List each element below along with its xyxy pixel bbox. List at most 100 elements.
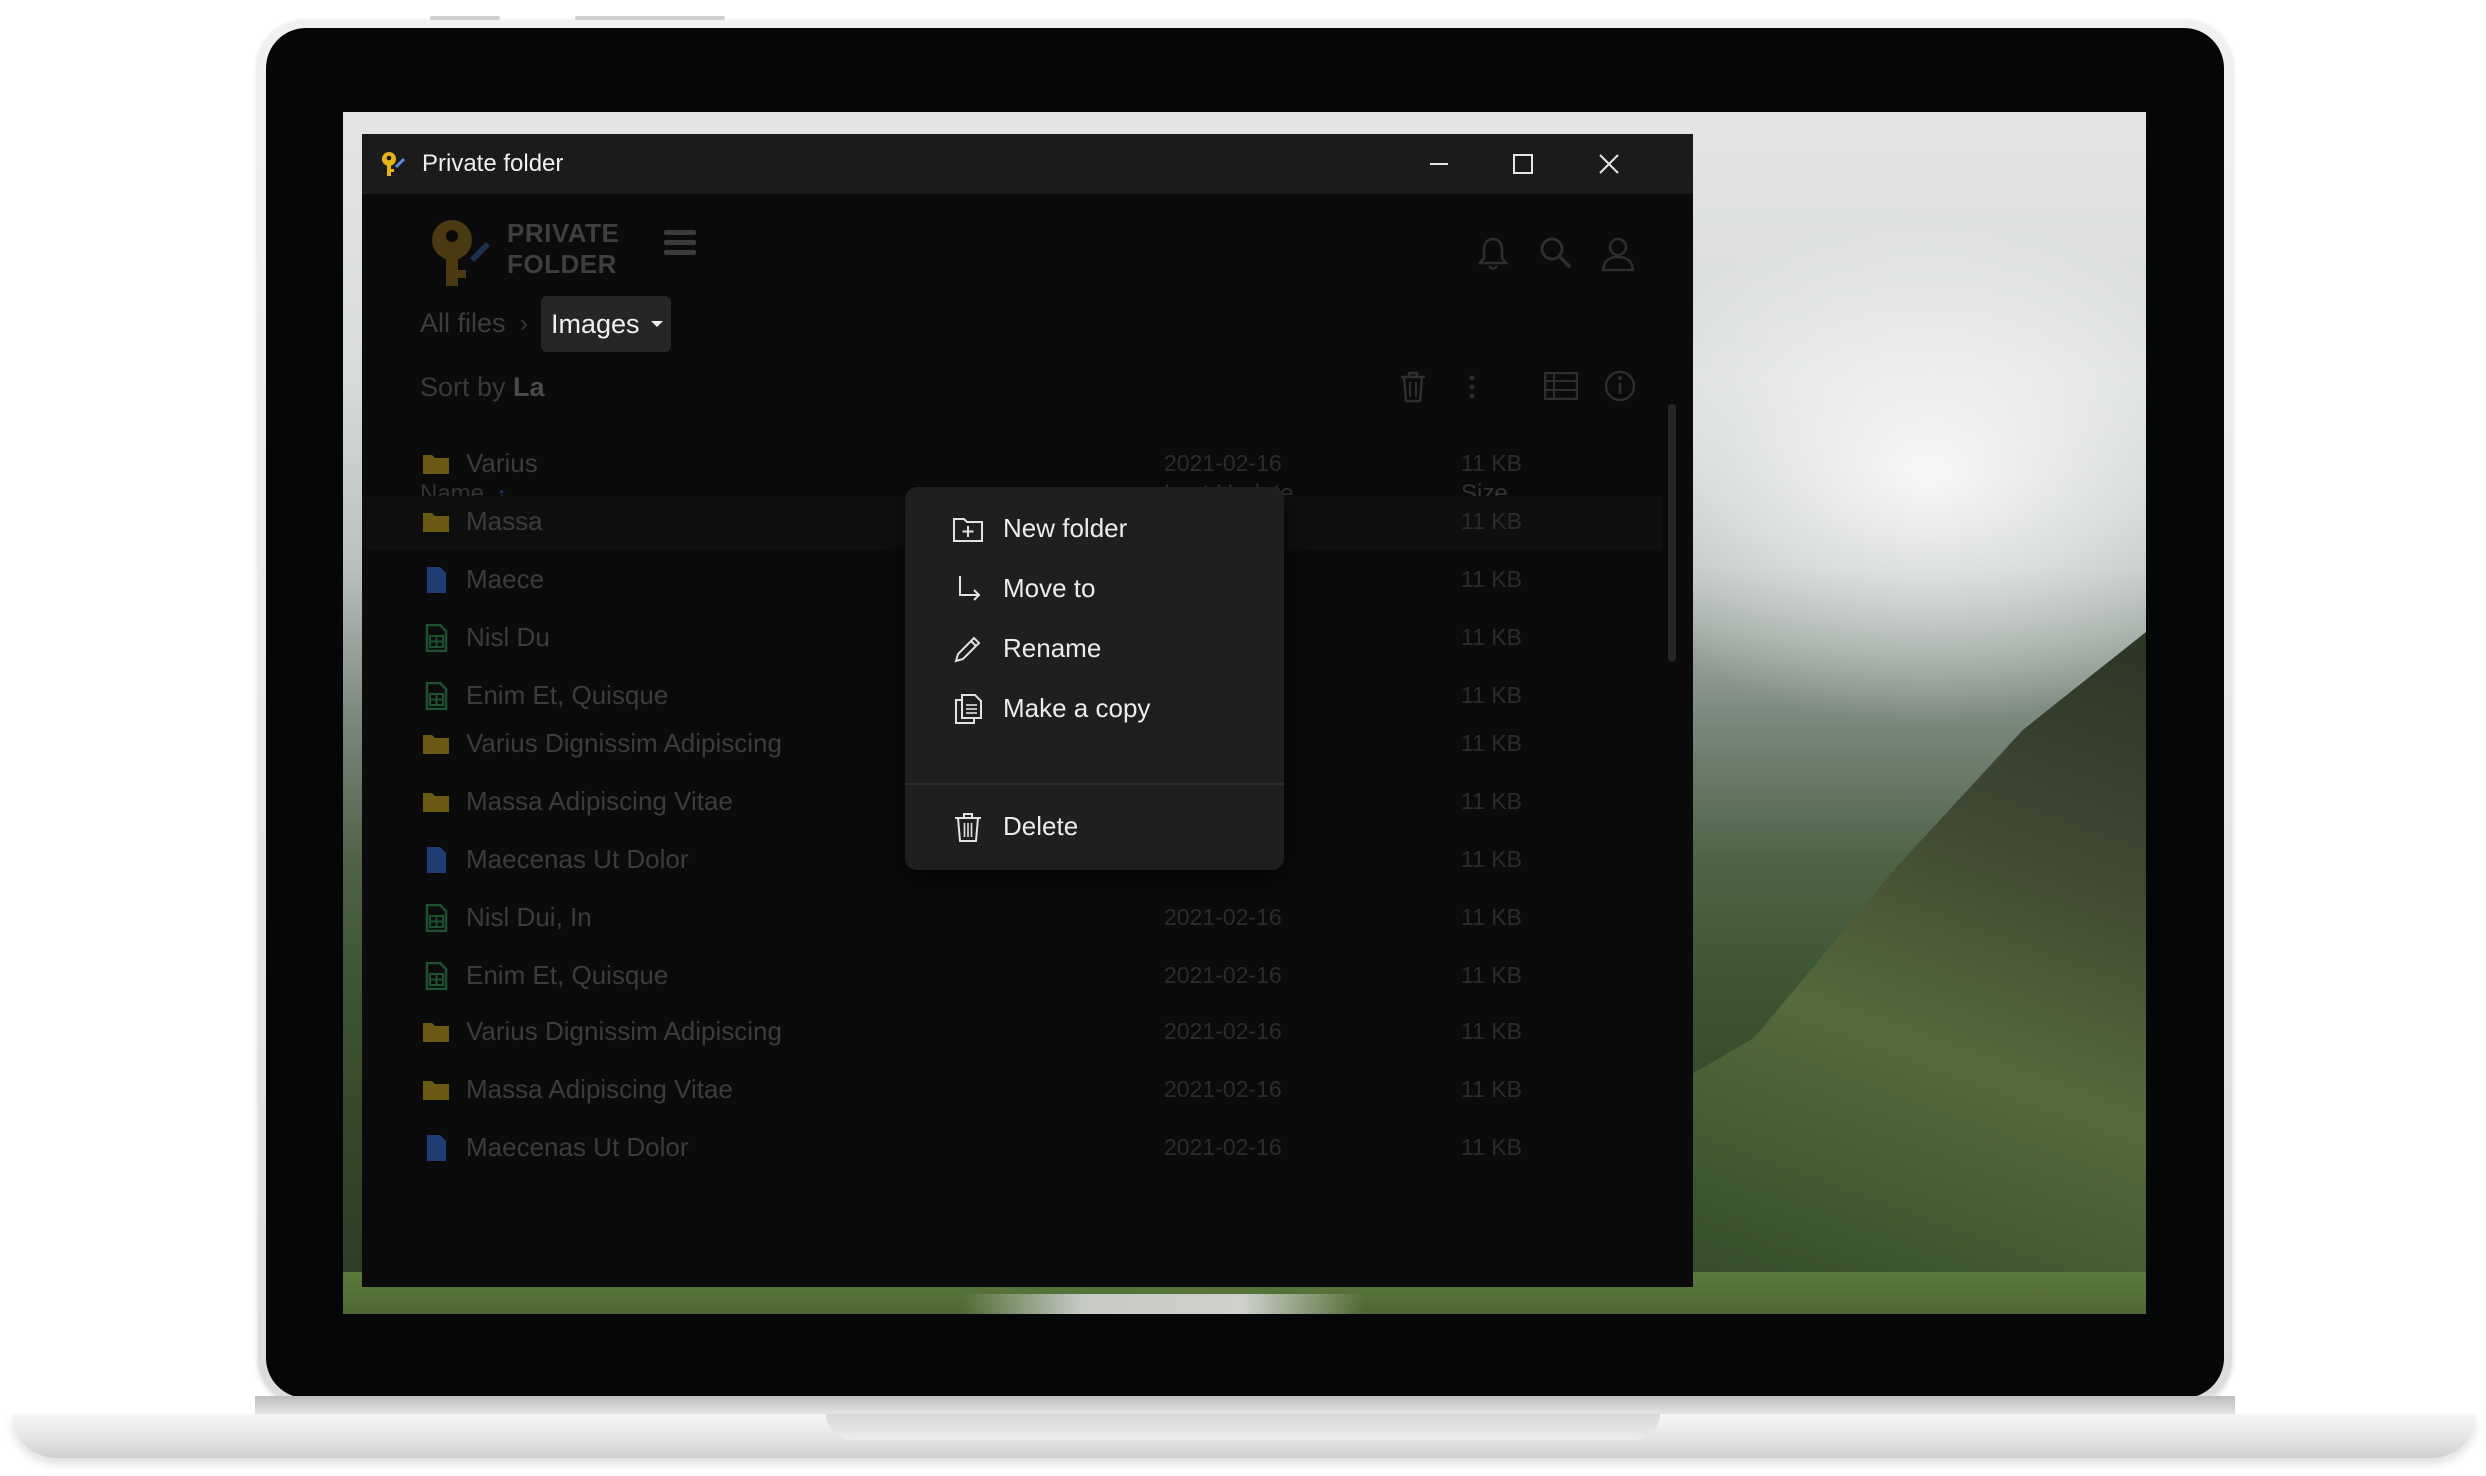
trash-icon (955, 813, 981, 842)
file-name: Maece (466, 564, 545, 594)
window-title: Private folder (422, 150, 564, 177)
file-size: 11 KB (1461, 904, 1522, 930)
file-size: 11 KB (1461, 730, 1522, 756)
file-last-update: 2021-02-16 (1164, 1018, 1282, 1044)
spreadsheet-icon (425, 904, 448, 932)
file-last-update: 2021-02-16 (1164, 1076, 1282, 1102)
menu-item-make-a-copy[interactable]: Make a copy (905, 680, 1284, 734)
menu-item-label: Delete (1003, 811, 1079, 841)
breadcrumb-current-label: Images (551, 308, 640, 339)
file-name: Varius (466, 448, 538, 478)
file-last-update: 2021-02-16 (1164, 1134, 1282, 1160)
sort-prefix: Sort by (420, 372, 514, 402)
file-name: Enim Et, Quisque (466, 960, 669, 990)
file-size: 11 KB (1461, 788, 1522, 814)
file-size: 11 KB (1461, 682, 1522, 708)
close-button[interactable] (1567, 134, 1651, 194)
bell-icon[interactable] (1478, 236, 1508, 272)
file-name: Nisl Du (466, 622, 550, 652)
file-name: Massa Adipiscing Vitae (466, 1074, 733, 1104)
key-app-icon (382, 152, 405, 176)
file-size: 11 KB (1461, 846, 1522, 872)
table-row[interactable]: Enim Et, Quisque 2021-02-16 11 KB (362, 950, 1662, 1004)
logo-key-icon (432, 220, 490, 286)
minimize-button[interactable] (1397, 134, 1481, 194)
breadcrumb-all-files[interactable]: All files (420, 308, 506, 339)
menu-item-label: Rename (1003, 633, 1102, 663)
table-row[interactable]: Varius 2021-02-16 11 KB (362, 438, 1662, 492)
breadcrumb-separator: › (520, 310, 528, 337)
folder-icon (423, 1081, 449, 1100)
context-menu: New folder Move to Rename Make a copy De… (905, 487, 1284, 870)
table-row[interactable]: Massa Adipiscing Vitae 2021-02-16 11 KB (362, 1064, 1662, 1118)
file-name: Massa (466, 506, 543, 536)
file-last-update: 2021-02-16 (1164, 450, 1282, 476)
menu-item-label: New folder (1003, 513, 1128, 543)
file-last-update: 2021-02-16 (1164, 962, 1282, 988)
table-row[interactable]: Nisl Dui, In 2021-02-16 11 KB (362, 892, 1662, 946)
spreadsheet-icon (425, 962, 448, 990)
folder-plus-icon (953, 518, 983, 542)
trash-icon[interactable] (1398, 370, 1428, 404)
scrollbar[interactable] (1668, 404, 1676, 662)
document-icon (427, 567, 446, 593)
sort-value: La (513, 372, 545, 402)
folder-icon (423, 455, 449, 474)
menu-item-new-folder[interactable]: New folder (905, 500, 1284, 554)
file-size: 11 KB (1461, 624, 1522, 650)
laptop-base-notch (826, 1414, 1660, 1440)
folder-icon (423, 735, 449, 754)
maximize-button[interactable] (1481, 134, 1565, 194)
hamburger-menu-icon[interactable] (664, 228, 698, 258)
menu-item-delete[interactable]: Delete (905, 798, 1284, 852)
user-icon[interactable] (1601, 236, 1635, 272)
file-last-update: 2021-02-16 (1164, 904, 1282, 930)
file-name: Maecenas Ut Dolor (466, 844, 689, 874)
info-icon[interactable] (1604, 370, 1636, 402)
file-name: Maecenas Ut Dolor (466, 1132, 689, 1162)
file-size: 11 KB (1461, 508, 1522, 534)
document-icon (427, 847, 446, 873)
pencil-icon (954, 636, 981, 663)
logo-text: PRIVATE FOLDER (507, 218, 620, 279)
file-size: 11 KB (1461, 1076, 1522, 1102)
list-view-icon[interactable] (1544, 372, 1578, 400)
lid-edge-mark (575, 16, 725, 20)
table-row[interactable]: Maecenas Ut Dolor 2021-02-16 11 KB (362, 1122, 1662, 1176)
file-name: Varius Dignissim Adipiscing (466, 1016, 782, 1046)
menu-item-label: Make a copy (1003, 693, 1151, 723)
minimize-icon (1430, 163, 1448, 165)
title-bar[interactable]: Private folder (362, 134, 1693, 194)
menu-item-move-to[interactable]: Move to (905, 560, 1284, 614)
folder-icon (423, 1023, 449, 1042)
file-size: 11 KB (1461, 962, 1522, 988)
file-size: 11 KB (1461, 1018, 1522, 1044)
wallpaper-road (963, 1294, 1363, 1314)
table-row[interactable]: Varius Dignissim Adipiscing 2021-02-16 11 … (362, 1006, 1662, 1060)
copy-icon (955, 694, 982, 724)
maximize-icon (1513, 154, 1533, 174)
sort-by-selector[interactable]: Sort by La (420, 372, 545, 403)
menu-divider (905, 783, 1284, 785)
spreadsheet-icon (425, 682, 448, 710)
file-size: 11 KB (1461, 566, 1522, 592)
laptop-hinge (255, 1396, 2235, 1416)
more-vertical-icon[interactable] (1468, 374, 1476, 400)
arrow-turn-icon (959, 576, 981, 601)
menu-item-rename[interactable]: Rename (905, 620, 1284, 674)
file-size: 11 KB (1461, 1134, 1522, 1160)
folder-icon (423, 513, 449, 532)
file-size: 11 KB (1461, 450, 1522, 476)
breadcrumb-current-folder[interactable]: Images (541, 296, 671, 352)
app-window: Private folder PRIVATE FOLDER All files … (362, 134, 1693, 1287)
menu-item-label: Move to (1003, 573, 1096, 603)
search-icon[interactable] (1539, 236, 1573, 270)
close-icon (1599, 154, 1619, 174)
file-name: Enim Et, Quisque (466, 680, 669, 710)
lid-edge-mark (430, 16, 500, 20)
file-name: Massa Adipiscing Vitae (466, 786, 733, 816)
spreadsheet-icon (425, 624, 448, 652)
document-icon (427, 1135, 446, 1161)
folder-icon (423, 793, 449, 812)
file-name: Varius Dignissim Adipiscing (466, 728, 782, 758)
